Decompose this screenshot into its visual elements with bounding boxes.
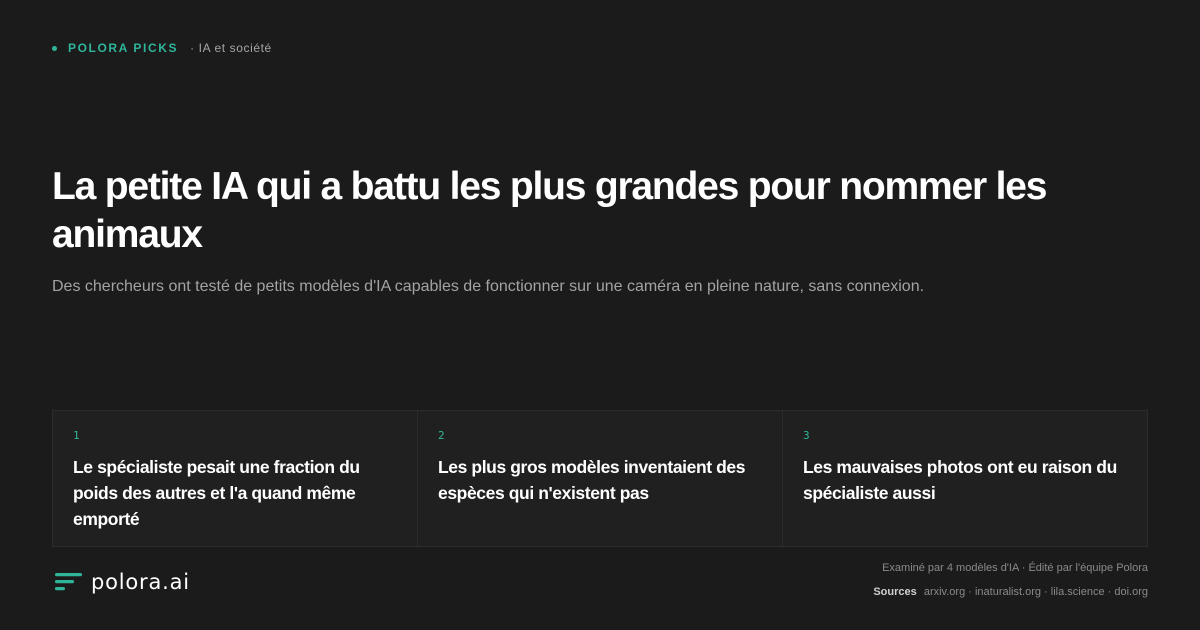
card-number: 1	[73, 429, 80, 442]
polora-logo-icon	[55, 573, 82, 591]
key-point-card-2[interactable]: 2 Les plus gros modèles inventaient des …	[418, 411, 783, 546]
article-meta: Examiné par 4 modèles d'IA · Édité par l…	[873, 562, 1148, 598]
card-text: Les mauvaises photos ont eu raison du sp…	[803, 457, 1117, 503]
key-points-cards: 1 Le spécialiste pesait une fraction du …	[52, 410, 1148, 547]
sources-label: Sources	[873, 586, 917, 598]
accent-dot-icon	[52, 45, 57, 51]
logo-text: polora.ai	[91, 570, 190, 594]
card-text: Les plus gros modèles inventaient des es…	[438, 457, 746, 503]
card-number: 3	[803, 429, 810, 442]
eyebrow: POLORA PICKS · IA et société	[52, 41, 272, 55]
sources-list[interactable]: arxiv.org · inaturalist.org · lila.scien…	[924, 586, 1148, 598]
subtitle: Des chercheurs ont testé de petits modèl…	[52, 278, 925, 295]
card-number: 2	[438, 429, 445, 442]
brand-tag[interactable]: POLORA PICKS	[68, 41, 178, 55]
review-line: Examiné par 4 modèles d'IA · Édité par l…	[882, 562, 1148, 574]
key-point-card-1[interactable]: 1 Le spécialiste pesait une fraction du …	[53, 411, 418, 546]
category-label[interactable]: · IA et société	[190, 41, 272, 55]
sources-line: Sources arxiv.org · inaturalist.org · li…	[873, 586, 1148, 598]
card-text: Le spécialiste pesait une fraction du po…	[73, 457, 360, 529]
key-point-card-3[interactable]: 3 Les mauvaises photos ont eu raison du …	[783, 411, 1147, 546]
headline: La petite IA qui a battu les plus grande…	[52, 165, 1047, 256]
polora-logo[interactable]: polora.ai	[55, 570, 190, 594]
